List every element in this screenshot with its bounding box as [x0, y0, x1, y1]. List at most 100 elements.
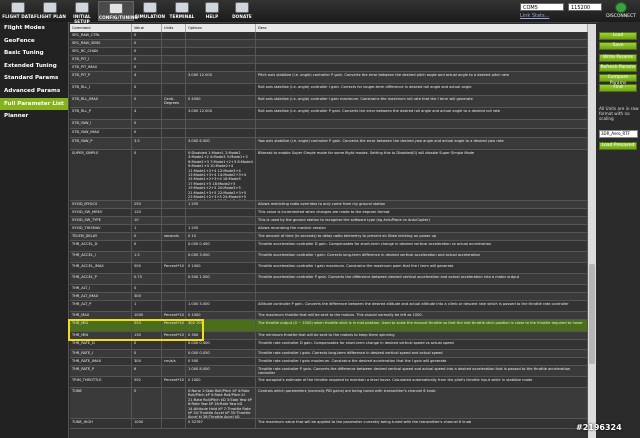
cell-value[interactable]: 0 — [132, 350, 162, 357]
table-row[interactable]: THR_RATE_D 0 0.000 0.400 Throttle rate cont… — [70, 340, 588, 350]
cell-value[interactable]: 0 — [132, 48, 162, 55]
cell-value[interactable]: 6 — [132, 366, 162, 376]
vertical-scrollbar[interactable] — [588, 24, 596, 438]
table-row[interactable]: TELEM_DELAY 0 seconds 0 10 The amount of tim… — [70, 233, 588, 241]
table-row[interactable]: SR1_RC_CHAN 0 — [70, 48, 588, 56]
sidebar-item-planner[interactable]: Planner — [0, 110, 68, 123]
table-row[interactable]: THR_ACCEL_I 1.5 0.000 3.000 Throttle accele… — [70, 252, 588, 263]
cell-value[interactable]: 1000 — [132, 312, 162, 319]
link-stats-link[interactable]: Link Stats... — [520, 13, 549, 19]
cell-value[interactable]: 120 — [132, 209, 162, 216]
table-row[interactable]: SYSID_SW_TYPE 10 This is used by the groun… — [70, 217, 588, 225]
table-row[interactable]: THR_MIN 130 Percent*10 0 300 The minimum thr… — [70, 332, 588, 340]
find-button[interactable]: Find — [599, 84, 637, 92]
table-row[interactable]: STB_RLL_IMAX 0 Centi-Degrees 0 4500 Roll axi… — [70, 96, 588, 108]
preset-select[interactable]: 3DR_Aero_RTF — [599, 130, 638, 138]
table-row[interactable]: SYSID_SW_MREV 120 This value is incremente… — [70, 209, 588, 217]
sidebar-item-flight-modes[interactable]: Flight Modes — [0, 22, 68, 35]
load-button[interactable]: Load — [599, 32, 637, 40]
table-row[interactable]: THR_ALT_IMAX 300 — [70, 293, 588, 301]
cell-value[interactable]: 592 — [132, 377, 162, 387]
refresh-params-button[interactable]: Refresh Params — [599, 64, 637, 72]
table-row[interactable]: THR_RATE_IMAX 300 cm/s/s 0 500 Throttle rate… — [70, 358, 588, 366]
simulation-button[interactable]: SIMULATION — [134, 1, 166, 21]
cell-value[interactable]: 1000 — [132, 419, 162, 428]
cell-value[interactable]: 0 — [132, 84, 162, 95]
header-value[interactable]: Value — [132, 24, 162, 32]
table-row[interactable]: THR_ACCEL_IMAX 500 Percent*10 0 1000 Throttl… — [70, 263, 588, 274]
config-tuning-button[interactable]: CONFIG/TUNING — [98, 1, 138, 21]
table-row[interactable]: THR_MAX 1000 Percent*10 0 1000 The maximum t… — [70, 312, 588, 320]
table-row[interactable]: THR_ALT_I 0 — [70, 285, 588, 293]
table-row[interactable]: TRIM_THROTTLE 592 Percent*10 0 1000 The auto… — [70, 377, 588, 388]
cell-value[interactable]: 0 — [132, 120, 162, 128]
table-row[interactable]: STB_YAW_I 0 — [70, 120, 588, 129]
save-button[interactable]: Save — [599, 42, 637, 50]
cell-value[interactable]: 300 — [132, 358, 162, 365]
cell-value[interactable]: 0 — [132, 340, 162, 349]
table-row[interactable]: STB_PIT_I 0 — [70, 56, 588, 64]
header-desc[interactable]: Desc — [256, 24, 588, 32]
table-row[interactable]: SYSID_THISMAV 1 1 255 Allows reconising the… — [70, 225, 588, 233]
sidebar-item-basic-tuning[interactable]: Basic Tuning — [0, 47, 68, 60]
sidebar-item-full-parameter-list[interactable]: Full Parameter List — [0, 97, 68, 111]
help-button[interactable]: HELP — [196, 1, 228, 21]
cell-value[interactable]: 1 — [132, 225, 162, 232]
initial-setup-button[interactable]: INITIAL SETUP — [66, 1, 98, 24]
table-row[interactable]: SR1_RAW_SENS 0 — [70, 40, 588, 48]
cell-value[interactable]: 1 — [132, 301, 162, 311]
cell-value[interactable]: 4 — [132, 108, 162, 119]
sidebar-item-extended-tuning[interactable]: Extended Tuning — [0, 60, 68, 73]
cell-value[interactable]: 0 — [132, 233, 162, 240]
table-row[interactable]: THR_ALT_P 1 1.000 3.000 Altitude controller… — [70, 301, 588, 312]
cell-value[interactable]: 0 — [132, 96, 162, 107]
table-row[interactable]: THR_ACCEL_P 0.75 0.500 1.500 Throttle accel… — [70, 274, 588, 285]
table-row[interactable]: SR1_RAW_CTRL 0 — [70, 32, 588, 40]
donate-button[interactable]: DONATE — [226, 1, 258, 21]
disconnect-button[interactable]: DISCONNECT — [606, 1, 636, 19]
flight-plan-button[interactable]: FLIGHT PLAN — [34, 1, 66, 21]
table-row[interactable]: THR_RATE_I 0 0.000 0.050 Throttle rate cont… — [70, 350, 588, 358]
write-params-button[interactable]: Write Params — [599, 54, 637, 62]
cell-value[interactable]: 550 — [132, 320, 162, 331]
cell-value[interactable]: 3.5 — [132, 138, 162, 149]
table-row[interactable]: THR_RATE_P 6 1.000 8.000 Throttle rate cont… — [70, 366, 588, 377]
cell-value[interactable]: 255 — [132, 201, 162, 208]
cell-value[interactable]: 0 — [132, 150, 162, 200]
cell-value[interactable]: 0 — [132, 129, 162, 137]
cell-value[interactable]: 300 — [132, 293, 162, 300]
cell-value[interactable]: 0 — [132, 40, 162, 47]
cell-value[interactable]: 500 — [132, 263, 162, 273]
cell-value[interactable]: 0.75 — [132, 274, 162, 284]
cell-value[interactable]: 0 — [132, 64, 162, 71]
table-row[interactable]: STB_PIT_IMAX 0 — [70, 64, 588, 72]
terminal-button[interactable]: TERMINAL — [166, 1, 198, 21]
table-row[interactable]: THR_ACCEL_D 0 0.000 0.400 Throttle accelera… — [70, 241, 588, 252]
cell-value[interactable]: 0 — [132, 388, 162, 418]
header-command[interactable]: Command — [70, 24, 132, 32]
header-units[interactable]: Units — [162, 24, 186, 32]
table-row[interactable]: SUPER_SIMPLE 0 0:Disabled 1:Mode1 2:Mode2 … — [70, 150, 588, 201]
port-select[interactable]: COM5 — [520, 3, 564, 11]
table-row[interactable]: STB_YAW_IMAX 0 — [70, 129, 588, 138]
cell-value[interactable]: 10 — [132, 217, 162, 224]
sidebar-item-geofence[interactable]: GeoFence — [0, 35, 68, 48]
table-row[interactable]: STB_RLL_I 0 Roll axis stabilize (i.e. angl… — [70, 84, 588, 96]
sidebar-item-advanced-params[interactable]: Advanced Params — [0, 85, 68, 98]
header-options[interactable]: Options — [186, 24, 256, 32]
flight-data-button[interactable]: FLIGHT DATA — [2, 1, 34, 21]
cell-value[interactable]: 4 — [132, 72, 162, 83]
sidebar-item-standard-params[interactable]: Standard Params — [0, 72, 68, 85]
table-row[interactable]: STB_YAW_P 3.5 3.000 6.000 Yaw axis stabiliz… — [70, 138, 588, 150]
cell-value[interactable]: 130 — [132, 332, 162, 339]
baud-select[interactable]: 115200 — [568, 3, 602, 11]
scrollbar-thumb[interactable] — [589, 264, 595, 364]
table-row[interactable]: THR_MID 550 Percent*10 300 700 The throttle … — [70, 320, 588, 332]
table-row[interactable]: STB_PIT_P 4 3.000 12.000 Pitch axis stabili… — [70, 72, 588, 84]
table-row[interactable]: STB_RLL_P 4 3.000 12.000 Roll axis stabiliz… — [70, 108, 588, 120]
cell-value[interactable]: 0 — [132, 32, 162, 39]
table-row[interactable]: TUNE_HIGH 1000 0 32767 The maximum value th… — [70, 419, 588, 429]
cell-value[interactable]: 1.5 — [132, 252, 162, 262]
table-row[interactable]: SYSID_MYGCS 255 1 255 Allows restricting ra… — [70, 201, 588, 209]
compare-params-button[interactable]: Compare Params — [599, 74, 637, 86]
